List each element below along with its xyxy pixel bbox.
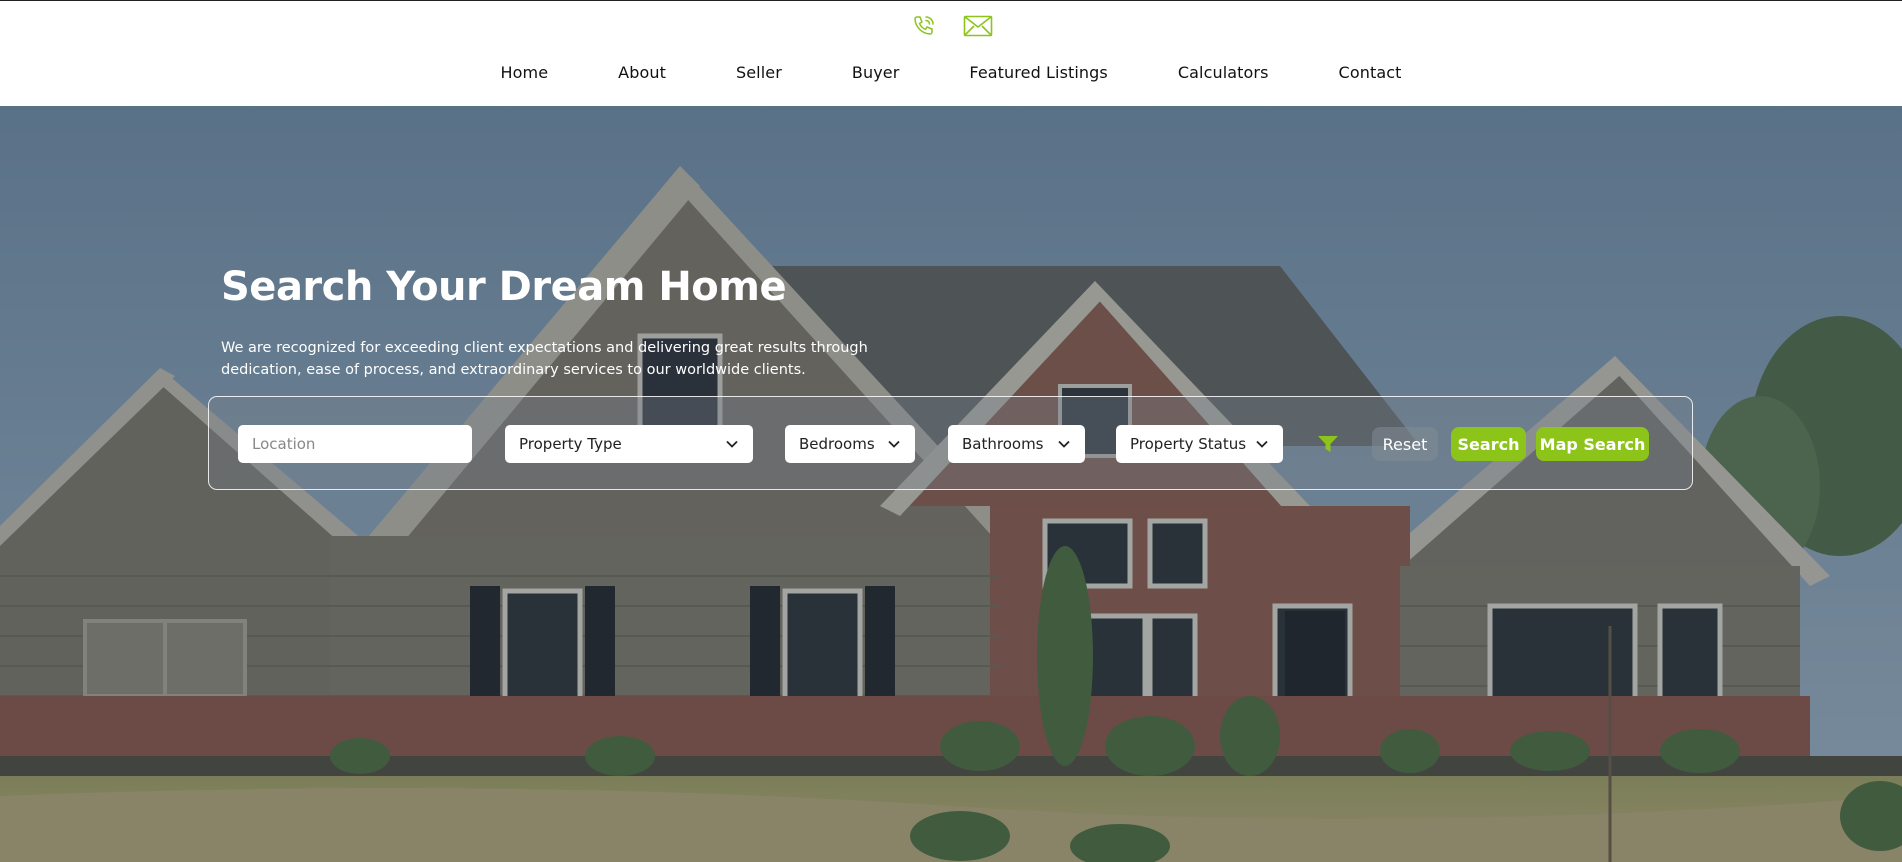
phone-icon[interactable] <box>908 13 940 39</box>
mail-icon[interactable] <box>962 13 994 39</box>
nav-seller[interactable]: Seller <box>736 63 782 82</box>
bedrooms-select[interactable]: Bedrooms <box>785 425 915 463</box>
property-type-select[interactable]: Property Type <box>505 425 753 463</box>
map-search-button[interactable]: Map Search <box>1536 427 1649 461</box>
nav-contact[interactable]: Contact <box>1339 63 1402 82</box>
property-search-form: Property Type Bedrooms Bathrooms Propert… <box>208 396 1693 490</box>
location-field[interactable] <box>238 425 472 463</box>
hero-section: Search Your Dream Home We are recognized… <box>0 106 1902 862</box>
search-button[interactable]: Search <box>1451 427 1526 461</box>
main-nav: Home About Seller Buyer Featured Listing… <box>0 63 1902 82</box>
bedrooms-value: Bedrooms <box>799 435 875 453</box>
chevron-down-icon <box>1057 437 1071 451</box>
nav-buyer[interactable]: Buyer <box>852 63 900 82</box>
filter-icon[interactable] <box>1317 434 1339 454</box>
hero-title: Search Your Dream Home <box>221 264 787 310</box>
bathrooms-select[interactable]: Bathrooms <box>948 425 1085 463</box>
reset-button[interactable]: Reset <box>1372 427 1438 461</box>
bathrooms-value: Bathrooms <box>962 435 1044 453</box>
site-header: Home About Seller Buyer Featured Listing… <box>0 0 1902 106</box>
hero-description: We are recognized for exceeding client e… <box>221 340 868 378</box>
property-type-value: Property Type <box>519 435 622 453</box>
chevron-down-icon <box>725 437 739 451</box>
nav-about[interactable]: About <box>618 63 666 82</box>
nav-featured-listings[interactable]: Featured Listings <box>969 63 1107 82</box>
nav-calculators[interactable]: Calculators <box>1178 63 1269 82</box>
property-status-select[interactable]: Property Status <box>1116 425 1283 463</box>
location-input[interactable] <box>252 435 458 453</box>
nav-home[interactable]: Home <box>501 63 549 82</box>
chevron-down-icon <box>887 437 901 451</box>
contact-icons <box>0 13 1902 39</box>
property-status-value: Property Status <box>1130 435 1247 453</box>
chevron-down-icon <box>1255 437 1269 451</box>
